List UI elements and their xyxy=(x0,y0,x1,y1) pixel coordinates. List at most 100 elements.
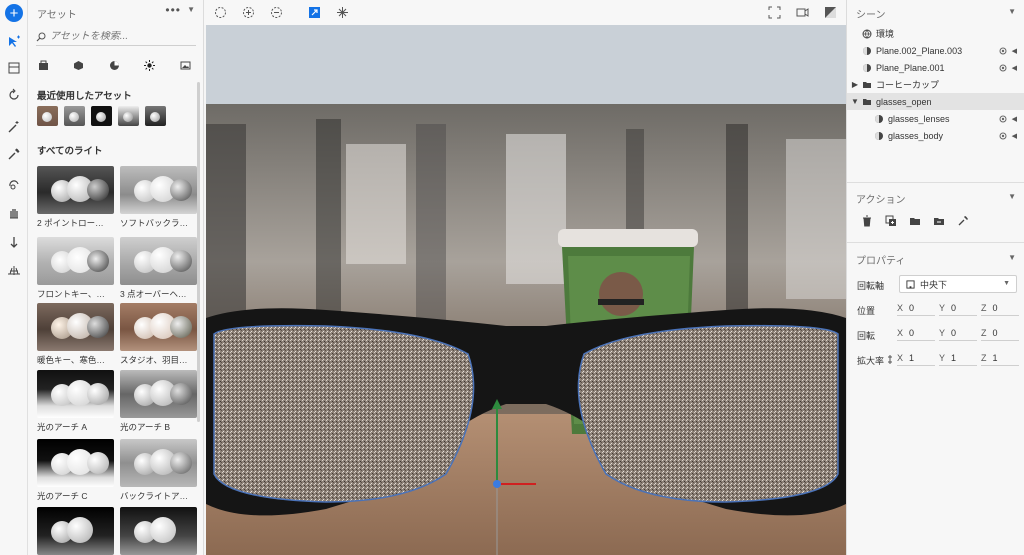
position-y-field[interactable]: Y0 xyxy=(939,300,977,316)
light-asset-card[interactable]: スタジオ、羽目… xyxy=(120,303,197,366)
frame-tool-icon[interactable] xyxy=(4,58,24,78)
chevron-down-icon[interactable]: ▼ xyxy=(851,97,859,106)
light-asset-card[interactable]: フロントキー、… xyxy=(37,237,114,300)
axis-x-label: X xyxy=(897,352,904,363)
scale-x-field[interactable]: X1 xyxy=(897,350,935,366)
visibility-icon[interactable] xyxy=(999,64,1007,72)
asset-search xyxy=(36,28,196,46)
light-asset-card[interactable]: 暖色キー、寒色… xyxy=(37,303,114,366)
recent-asset-thumbnail[interactable] xyxy=(91,106,112,126)
visibility-icon[interactable] xyxy=(999,47,1007,55)
rotation-z-field[interactable]: Z0 xyxy=(981,325,1019,341)
caret-left-icon[interactable]: ◀ xyxy=(1012,64,1017,72)
scale-label: 拡大率 xyxy=(857,356,885,366)
search-input[interactable] xyxy=(50,31,190,42)
viewport-toolbar xyxy=(204,0,846,25)
frame-selection-icon[interactable] xyxy=(306,4,322,20)
images-category-icon[interactable] xyxy=(174,56,196,74)
caret-left-icon[interactable]: ◀ xyxy=(1012,115,1017,123)
select-mode-icon[interactable] xyxy=(212,4,228,20)
chevron-down-icon[interactable]: ▼ xyxy=(1008,253,1016,262)
light-asset-card[interactable]: 光のアーチ B xyxy=(120,370,197,433)
light-asset-card[interactable] xyxy=(37,507,114,555)
light-asset-card[interactable]: 2 ポイントロー… xyxy=(37,166,114,229)
visibility-icon[interactable] xyxy=(999,132,1007,140)
rotation-y-field[interactable]: Y0 xyxy=(939,325,977,341)
add-selection-icon[interactable] xyxy=(240,4,256,20)
scale-y-field[interactable]: Y1 xyxy=(939,350,977,366)
light-asset-card[interactable] xyxy=(120,507,197,555)
assets-panel: アセット ••• ▼ 最近使用したアセット すべてのライト xyxy=(28,0,204,555)
magic-wand-icon[interactable] xyxy=(4,117,24,137)
pivot-select[interactable]: 中央下 ▼ xyxy=(899,275,1017,293)
light-asset-card[interactable]: 光のアーチ A xyxy=(37,370,114,433)
light-asset-label: 光のアーチ A xyxy=(37,422,88,432)
position-z-field[interactable]: Z0 xyxy=(981,300,1019,316)
duplicate-icon[interactable] xyxy=(883,213,899,229)
hand-pan-icon[interactable] xyxy=(4,203,24,223)
scene-item-selected[interactable]: ▼ glasses_open xyxy=(847,93,1024,110)
group-folder-icon[interactable] xyxy=(907,213,923,229)
camera-icon[interactable] xyxy=(794,4,810,20)
globe-icon xyxy=(862,29,872,39)
rotation-x-field[interactable]: X0 xyxy=(897,325,935,341)
axis-z-label: Z xyxy=(981,302,987,313)
light-asset-label: 3 点オーバーヘ… xyxy=(120,289,187,299)
light-asset-card[interactable]: ソフトバックラ… xyxy=(120,166,197,229)
position-x-field[interactable]: X0 xyxy=(897,300,935,316)
all-lights-title: すべてのライト xyxy=(37,146,103,157)
scene-item[interactable]: 環境 xyxy=(847,25,1024,42)
ground-plane-icon[interactable] xyxy=(4,260,24,280)
lights-category-icon[interactable] xyxy=(138,56,160,74)
link-icon[interactable] xyxy=(887,355,893,364)
render-preview-icon[interactable] xyxy=(822,4,838,20)
select-tool-icon[interactable] xyxy=(4,32,24,52)
3d-viewport[interactable] xyxy=(206,25,846,555)
visibility-icon[interactable] xyxy=(999,115,1007,123)
recent-asset-thumbnail[interactable] xyxy=(118,106,139,126)
add-icon[interactable]: + xyxy=(5,4,23,22)
eyedropper-icon[interactable] xyxy=(4,144,24,164)
scale-x-value: 1 xyxy=(909,352,915,363)
dolly-icon[interactable] xyxy=(4,232,24,252)
chevron-down-icon[interactable]: ▼ xyxy=(1008,192,1016,201)
scene-item[interactable]: Plane.002_Plane.003 ◀ xyxy=(847,42,1024,59)
subtract-selection-icon[interactable] xyxy=(268,4,284,20)
recent-asset-thumbnail[interactable] xyxy=(145,106,166,126)
scene-item[interactable]: glasses_body ◀ xyxy=(847,127,1024,144)
scene-panel-title: シーン xyxy=(856,10,886,21)
material-icon xyxy=(863,46,871,55)
recent-asset-thumbnail[interactable] xyxy=(37,106,58,126)
chevron-right-icon[interactable]: ▶ xyxy=(851,80,859,89)
fullscreen-icon[interactable] xyxy=(766,4,782,20)
position-y-value: 0 xyxy=(951,302,957,313)
panel-divider xyxy=(847,242,1024,243)
snap-icon[interactable] xyxy=(334,4,350,20)
ungroup-folder-icon[interactable] xyxy=(931,213,947,229)
models-category-icon[interactable] xyxy=(32,56,54,74)
light-asset-card[interactable]: バックライトア… xyxy=(120,439,197,502)
scene-item[interactable]: Plane_Plane.001 ◀ xyxy=(847,59,1024,76)
caret-left-icon[interactable]: ◀ xyxy=(1012,132,1017,140)
more-menu-icon[interactable]: ••• xyxy=(165,3,181,17)
sample-material-icon[interactable] xyxy=(955,213,971,229)
light-asset-label: 光のアーチ C xyxy=(37,491,88,501)
light-asset-card[interactable]: 光のアーチ C xyxy=(37,439,114,502)
pivot-label: 回転軸 xyxy=(857,281,885,291)
scene-item[interactable]: glasses_lenses ◀ xyxy=(847,110,1024,127)
chevron-down-icon[interactable]: ▼ xyxy=(1008,7,1016,16)
light-asset-card[interactable]: 3 点オーバーヘ… xyxy=(120,237,197,300)
materials-category-icon[interactable] xyxy=(67,56,89,74)
orbit-icon[interactable] xyxy=(4,175,24,195)
delete-icon[interactable] xyxy=(859,213,875,229)
environment-category-icon[interactable] xyxy=(103,56,125,74)
scene-item[interactable]: ▶ コーヒーカップ xyxy=(847,76,1024,93)
assets-scrollbar[interactable] xyxy=(197,82,200,422)
position-label: 位置 xyxy=(857,306,876,316)
recent-asset-thumbnail[interactable] xyxy=(64,106,85,126)
scale-z-field[interactable]: Z1 xyxy=(981,350,1019,366)
rotate-tool-icon[interactable] xyxy=(4,85,24,105)
caret-left-icon[interactable]: ◀ xyxy=(1012,47,1017,55)
scene-item-label: glasses_lenses xyxy=(888,113,950,124)
chevron-down-icon[interactable]: ▼ xyxy=(187,5,195,14)
